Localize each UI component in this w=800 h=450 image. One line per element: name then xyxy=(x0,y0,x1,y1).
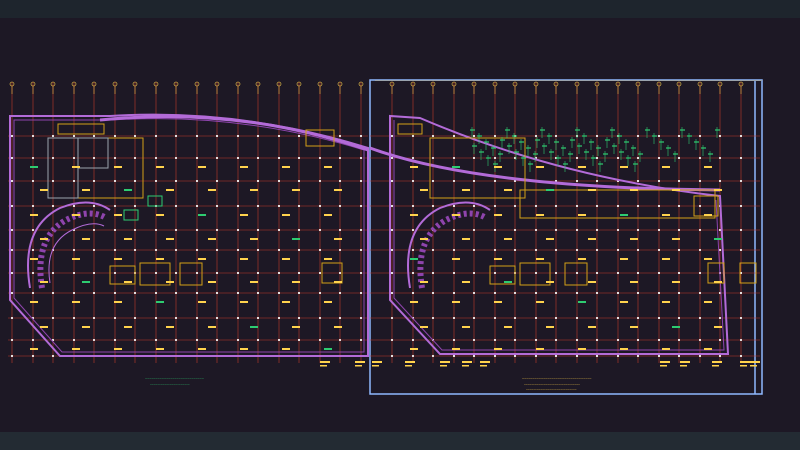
top-toolbar xyxy=(0,0,800,18)
right-viewport-frame[interactable] xyxy=(369,79,763,395)
left-plan-outline xyxy=(9,113,369,357)
right-structural-grid xyxy=(370,81,760,363)
left-plan-caption-sub: ~~~~~~~~~~~~~~~~~~~~~~ xyxy=(150,382,190,386)
right-sheet-border-top xyxy=(375,80,762,81)
floor-plan-drawing[interactable]: ~~~~~~~~~~~~~~~~~~~~~~~~~~~~ ~~~~~~~~~~~… xyxy=(0,18,800,432)
bottom-status-bar xyxy=(0,432,800,450)
right-plan-caption: ~~~~~~~~~~~~~~~~~~~~~~~~~~~~~~~~~ xyxy=(522,377,592,381)
cad-drawing-viewport[interactable]: ~~~~~~~~~~~~~~~~~~~~~~~~~~~~ ~~~~~~~~~~~… xyxy=(0,18,800,432)
bottom-legend-tags xyxy=(320,361,760,367)
right-plan-caption-sub: ~~~~~~~~~~~~~~~~~~~~~~~~~~~~~~~ xyxy=(524,382,580,386)
left-plan-caption: ~~~~~~~~~~~~~~~~~~~~~~~~~~~~ xyxy=(145,377,204,381)
mep-annotation-cluster xyxy=(470,127,720,172)
right-plan-caption-sub2: ~~~~~~~~~~~~~~~~~~~~~~~~~~~~ xyxy=(526,387,577,391)
